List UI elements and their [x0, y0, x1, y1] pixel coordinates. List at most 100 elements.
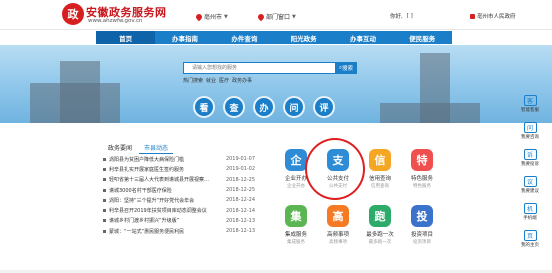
news-title[interactable]: 谯城乡村门渡乡村振兴“升级版” — [109, 217, 223, 224]
dept-icon — [256, 12, 266, 21]
mobile-icon: 机 — [523, 203, 537, 214]
nav-item-interact[interactable]: 办事互动 — [333, 31, 392, 44]
sidebar-item-home[interactable]: 页我的主页 — [521, 230, 539, 248]
user-greeting[interactable]: 你好, [ ] — [390, 12, 413, 20]
bullet-icon — [103, 178, 106, 182]
sidebar-label: 我要咨询 — [521, 135, 539, 140]
tab-county-news[interactable]: 市县动态 — [139, 142, 174, 154]
bullet-icon — [103, 198, 106, 202]
news-date: 2019-01-02 — [225, 166, 255, 173]
service-sublabel: 企业开办 — [287, 184, 305, 189]
hot-search: 热门搜索 就业 医疗 政务办事 — [183, 77, 252, 84]
service-sublabel: 高频事项 — [329, 240, 347, 245]
tab-government-news[interactable]: 政务要闻 — [103, 142, 137, 154]
dept-selector[interactable]: 部门窗口 ▼ — [256, 12, 296, 21]
news-date: 2019-01-07 — [225, 156, 255, 163]
news-row[interactable]: 涡阳县为贫困户降低大病保险门槛 2019-01-07 — [103, 154, 255, 164]
hot-search-label: 热门搜索 — [183, 78, 204, 84]
news-row[interactable]: 蒙城：“一站式”惠民服务便民利民 2018-12-13 — [103, 226, 255, 236]
news-title[interactable]: 谯城3000名村干部医疗保险 — [109, 187, 223, 194]
service-sublabel: 最多跑一次 — [368, 240, 392, 245]
news-row[interactable]: 轻叩省第十三届人大代表到谯城县开展视察… 2018-12-25 — [103, 175, 255, 185]
service-sublabel: 投资项目 — [413, 240, 431, 245]
org-link[interactable]: 亳州市人民政府 — [470, 12, 516, 20]
nav-item-guide[interactable]: 办事指南 — [155, 31, 214, 44]
service-label: 集成服务 — [284, 232, 307, 238]
news-title[interactable]: 轻叩省第十三届人大代表到谯城县开展视察… — [109, 176, 223, 183]
credit-icon: 信 — [369, 149, 391, 171]
news-title[interactable]: 利辛县召开2019年扶贫项目库动态调整会议 — [109, 207, 223, 214]
news-row[interactable]: 利辛县扎实开展家庭医生签约服务 2019-01-02 — [103, 164, 255, 174]
sidebar-item-suggest[interactable]: 议我要建议 — [521, 176, 539, 194]
bullet-icon — [103, 188, 106, 192]
news-row[interactable]: 谯城乡村门渡乡村振兴“升级版” 2018-12-13 — [103, 216, 255, 226]
service-credit[interactable]: 信信用查询 信用查询 — [360, 146, 400, 202]
service-high-frequency[interactable]: 高高频事项 高频事项 — [318, 202, 358, 258]
news-row[interactable]: 涡阳：坚持“三个提升”开好党代会年会 2018-12-24 — [103, 195, 255, 205]
circle-ask-button[interactable]: 问 — [283, 96, 305, 118]
news-title[interactable]: 利辛县扎实开展家庭医生签约服务 — [109, 166, 223, 173]
nav-item-home[interactable]: 首页 — [96, 31, 156, 44]
main-nav: 首页 办事指南 办件查询 阳光政务 办事互动 便民服务 — [96, 31, 452, 44]
integrated-icon: 集 — [285, 205, 307, 227]
hot-search-item[interactable]: 医疗 — [219, 77, 229, 84]
news-date: 2018-12-14 — [225, 207, 255, 214]
sidebar-item-consult[interactable]: 问我要咨询 — [521, 122, 539, 140]
circle-look-button[interactable]: 看 — [193, 96, 215, 118]
chat-icon: 客 — [523, 95, 537, 106]
news-date: 2018-12-25 — [225, 187, 255, 194]
news-row[interactable]: 谯城3000名村干部医疗保险 2018-12-25 — [103, 185, 255, 195]
sidebar-label: 智能客服 — [521, 108, 539, 113]
service-integrated[interactable]: 集集成服务 集成服务 — [276, 202, 316, 258]
service-sublabel: 集成服务 — [287, 240, 305, 245]
dept-label: 部门窗口 — [266, 14, 291, 21]
news-title[interactable]: 涡阳县为贫困户降低大病保险门槛 — [109, 156, 223, 163]
service-label: 高频事项 — [326, 232, 349, 238]
news-date: 2018-12-13 — [225, 217, 255, 224]
search-button[interactable]: ⌕ 搜索 — [335, 62, 357, 74]
banner-tower — [60, 61, 100, 123]
investment-icon: 投 — [411, 205, 433, 227]
user-name[interactable]: [ ] — [407, 13, 413, 19]
news-title[interactable]: 涡阳：坚持“三个提升”开好党代会年会 — [109, 197, 223, 204]
question-icon: 问 — [523, 122, 537, 133]
home-icon: 页 — [523, 230, 537, 241]
news-date: 2018-12-24 — [225, 197, 255, 204]
news-date: 2018-12-25 — [225, 176, 255, 183]
circle-check-button[interactable]: 查 — [223, 96, 245, 118]
nav-item-query[interactable]: 办件查询 — [215, 31, 274, 44]
service-investment[interactable]: 投投资项目 投资项目 — [402, 202, 442, 258]
service-featured[interactable]: 特特色服务 特色服务 — [402, 146, 442, 202]
bullet-icon — [103, 157, 106, 161]
featured-icon: 特 — [411, 149, 433, 171]
org-label: 亳州市人民政府 — [477, 14, 516, 20]
sidebar-label: 我的主页 — [521, 243, 539, 248]
bullet-icon — [103, 219, 106, 223]
sidebar-label: 我要投诉 — [521, 162, 539, 167]
high-frequency-icon: 高 — [327, 205, 349, 227]
city-selector[interactable]: 亳州市 ▼ — [194, 12, 228, 21]
sidebar-item-mobile[interactable]: 机手机端 — [523, 203, 537, 221]
service-run-once[interactable]: 跑最多跑一次 最多跑一次 — [360, 202, 400, 258]
site-logo-icon[interactable]: 政 — [62, 3, 84, 25]
news-title[interactable]: 蒙城：“一站式”惠民服务便民利民 — [109, 228, 223, 235]
sidebar-item-service[interactable]: 客智能客服 — [521, 95, 539, 113]
service-label: 最多跑一次 — [366, 232, 394, 238]
service-label: 特色服务 — [410, 176, 433, 182]
news-row[interactable]: 利辛县召开2019年扶贫项目库动态调整会议 2018-12-14 — [103, 205, 255, 215]
nav-item-convenience[interactable]: 便民服务 — [393, 31, 452, 44]
circle-rate-button[interactable]: 评 — [313, 96, 335, 118]
banner-pedestal — [380, 103, 480, 123]
hot-search-item[interactable]: 就业 — [206, 77, 216, 84]
site-url: www.ahzwfw.gov.cn — [88, 18, 143, 24]
circle-do-button[interactable]: 办 — [253, 96, 275, 118]
chevron-down-icon: ▼ — [292, 13, 296, 20]
sidebar-item-complain[interactable]: 诉我要投诉 — [521, 149, 539, 167]
quick-action-circles: 看 查 办 问 评 — [193, 96, 335, 118]
highlight-annotation-circle — [305, 138, 365, 200]
hot-search-item[interactable]: 政务办事 — [232, 77, 252, 84]
search-input[interactable] — [184, 63, 324, 73]
nav-item-sunshine[interactable]: 阳光政务 — [274, 31, 333, 44]
service-label: 投资项目 — [410, 232, 433, 238]
location-pin-icon — [194, 12, 204, 21]
